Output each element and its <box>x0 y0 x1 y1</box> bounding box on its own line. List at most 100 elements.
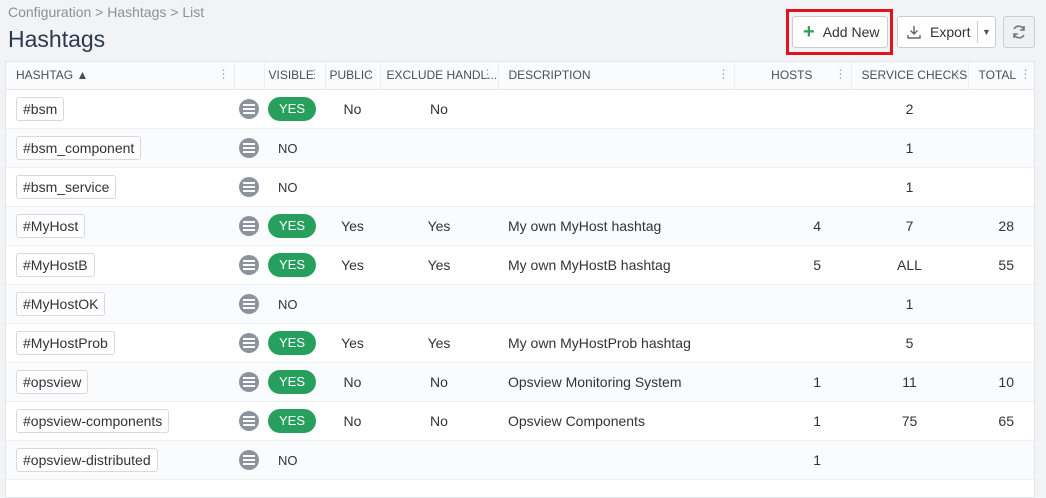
hashtag-cell: #MyHost <box>6 206 234 246</box>
hashtag-label[interactable]: #opsview <box>16 369 89 394</box>
exclude-handled-cell: Yes <box>380 206 498 246</box>
column-menu-icon[interactable]: ⋮ <box>218 67 230 81</box>
public-cell <box>325 440 380 480</box>
service-checks-cell <box>851 440 968 480</box>
table-row[interactable]: #opsview YES No No Opsview Monitoring System… <box>6 362 1034 402</box>
hashtag-label[interactable]: #MyHostB <box>16 252 95 277</box>
hosts-cell: 5 <box>734 245 851 285</box>
export-dropdown-caret-icon[interactable]: ▼ <box>977 21 995 43</box>
exclude-handled-cell <box>380 128 498 168</box>
hashtag-cell: #MyHostOK <box>6 284 234 324</box>
table-row[interactable]: #bsm YES No No 2 <box>6 89 1034 129</box>
description-cell <box>498 284 734 324</box>
public-cell <box>325 167 380 207</box>
visible-cell: NO <box>264 284 325 324</box>
table-header-row: HASHTAG ▲ ⋮ VISIBLE ⋮ PUBLIC ⋮ EXCLUDE HAND… <box>6 62 1034 90</box>
hashtag-cell: #MyHostProb <box>6 323 234 363</box>
row-menu-icon[interactable] <box>239 332 259 353</box>
download-icon <box>906 24 922 40</box>
column-header-hosts[interactable]: HOSTS ⋮ <box>734 62 852 90</box>
visible-cell: YES <box>264 323 325 363</box>
hosts-cell <box>734 167 851 207</box>
row-menu-icon[interactable] <box>239 176 259 197</box>
column-menu-icon[interactable]: ⋮ <box>1020 67 1032 81</box>
hosts-cell: 4 <box>734 206 851 246</box>
description-cell: My own MyHostProb hashtag <box>498 323 734 363</box>
table-row[interactable]: #bsm_service NO 1 <box>6 167 1034 207</box>
table-row[interactable]: #opsview-distributed NO 1 <box>6 440 1034 480</box>
column-menu-icon[interactable]: ⋮ <box>952 67 964 81</box>
column-menu-icon[interactable]: ⋮ <box>718 67 730 81</box>
table-row[interactable]: #bsm_component NO 1 <box>6 128 1034 168</box>
sort-ascending-icon: ▲ <box>76 68 89 83</box>
public-cell: Yes <box>325 245 380 285</box>
row-menu-cell <box>234 440 264 480</box>
row-menu-icon[interactable] <box>239 137 259 158</box>
add-new-label: Add New <box>822 24 880 40</box>
column-menu-icon[interactable]: ⋮ <box>835 67 847 81</box>
column-menu-icon[interactable]: ⋮ <box>364 67 376 81</box>
hashtag-label[interactable]: #bsm <box>16 96 65 121</box>
hashtag-label[interactable]: #opsview-distributed <box>16 447 158 472</box>
column-header-total[interactable]: TOTAL ⋮ <box>968 62 1034 90</box>
row-menu-icon[interactable] <box>239 98 259 119</box>
hosts-cell <box>734 89 851 129</box>
table-row[interactable]: #MyHostProb YES Yes Yes My own MyHostProb ha… <box>6 323 1034 363</box>
service-checks-cell: 5 <box>851 323 968 363</box>
plus-icon: + <box>803 21 815 43</box>
row-menu-cell <box>234 206 264 246</box>
page-title: Hashtags <box>8 26 106 52</box>
public-cell: No <box>325 362 380 402</box>
hashtag-label[interactable]: #opsview-components <box>16 408 170 433</box>
service-checks-cell: 1 <box>851 284 968 324</box>
refresh-button[interactable] <box>1003 16 1035 48</box>
column-header-public[interactable]: PUBLIC ⋮ <box>325 62 381 90</box>
column-header-hashtag[interactable]: HASHTAG ▲ ⋮ <box>6 62 235 90</box>
exclude-handled-cell: Yes <box>380 245 498 285</box>
row-menu-icon[interactable] <box>239 371 259 392</box>
description-cell <box>498 89 734 129</box>
visible-cell: NO <box>264 167 325 207</box>
table-row[interactable]: #MyHostOK NO 1 <box>6 284 1034 324</box>
hashtag-label[interactable]: #bsm_component <box>16 135 142 160</box>
visible-cell: NO <box>264 128 325 168</box>
hashtag-label[interactable]: #MyHost <box>16 213 86 238</box>
row-menu-icon[interactable] <box>239 410 259 431</box>
refresh-icon <box>1010 23 1028 41</box>
export-button[interactable]: Export ▼ <box>897 16 996 48</box>
hashtag-cell: #bsm_component <box>6 128 234 168</box>
column-header-exclude-handled[interactable]: EXCLUDE HANDL... ⋮ <box>380 62 499 90</box>
row-menu-icon[interactable] <box>239 215 259 236</box>
export-label: Export <box>930 24 971 40</box>
column-header-description[interactable]: DESCRIPTION ⋮ <box>498 62 735 90</box>
add-new-button[interactable]: + Add New <box>792 16 888 48</box>
description-cell: My own MyHost hashtag <box>498 206 734 246</box>
column-menu-icon[interactable]: ⋮ <box>309 67 321 81</box>
hashtag-label[interactable]: #MyHostProb <box>16 330 115 355</box>
total-cell: 28 <box>968 206 1034 246</box>
hashtag-cell: #MyHostB <box>6 245 234 285</box>
row-menu-icon[interactable] <box>239 293 259 314</box>
row-menu-icon[interactable] <box>239 449 259 470</box>
table-row[interactable]: #MyHostB YES Yes Yes My own MyHostB hashtag 5… <box>6 245 1034 285</box>
exclude-handled-cell <box>380 284 498 324</box>
public-cell: Yes <box>325 323 380 363</box>
visible-cell: YES <box>264 89 325 129</box>
hashtag-label[interactable]: #MyHostOK <box>16 291 106 316</box>
column-menu-icon[interactable]: ⋮ <box>482 67 494 81</box>
visible-no-text: NO <box>278 140 298 156</box>
column-header-visible[interactable]: VISIBLE ⋮ <box>264 62 326 90</box>
hosts-cell <box>734 323 851 363</box>
hashtags-table: HASHTAG ▲ ⋮ VISIBLE ⋮ PUBLIC ⋮ EXCLUDE HAND… <box>5 61 1035 498</box>
total-cell <box>968 284 1034 324</box>
hosts-cell <box>734 284 851 324</box>
table-row[interactable]: #MyHost YES Yes Yes My own MyHost hashtag 4 7 2… <box>6 206 1034 246</box>
row-menu-cell <box>234 245 264 285</box>
hashtag-label[interactable]: #bsm_service <box>16 174 117 199</box>
column-header-service-checks[interactable]: SERVICE CHECKS ⋮ <box>851 62 969 90</box>
column-header-menu <box>234 62 265 90</box>
row-menu-icon[interactable] <box>239 254 259 275</box>
hosts-cell: 1 <box>734 362 851 402</box>
row-menu-cell <box>234 362 264 402</box>
table-row[interactable]: #opsview-components YES No No Opsview Compon… <box>6 401 1034 441</box>
